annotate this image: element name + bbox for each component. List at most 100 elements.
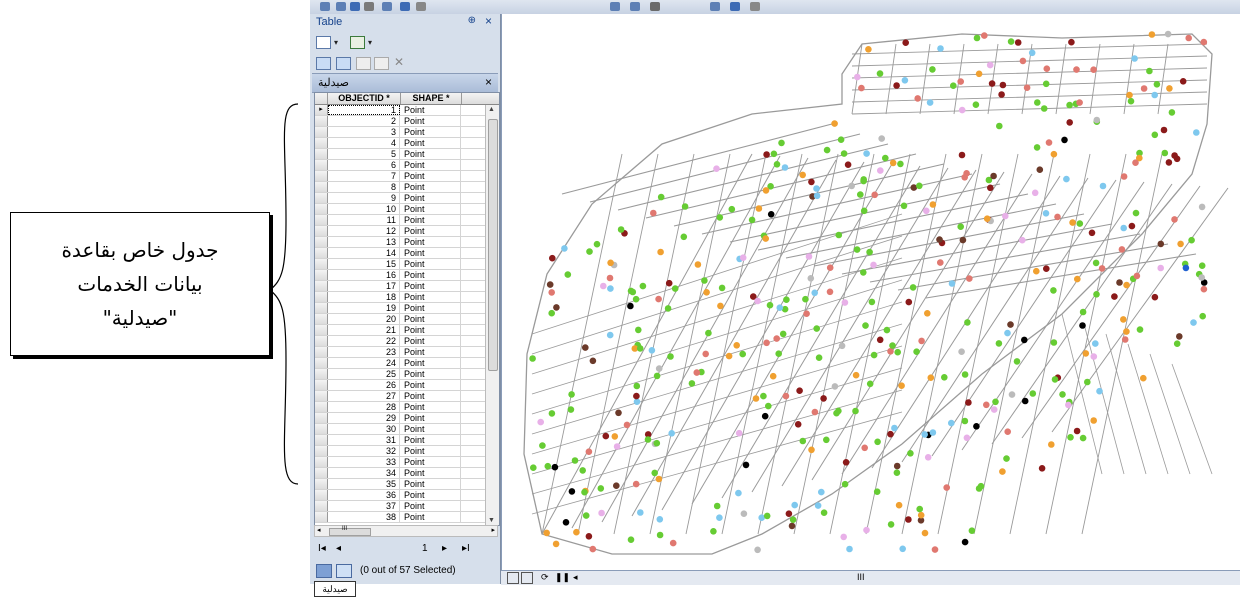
- table-row[interactable]: 35 Point: [315, 479, 485, 490]
- pharmacy-point[interactable]: [733, 342, 740, 349]
- table-row[interactable]: 23 Point: [315, 347, 485, 358]
- table-row[interactable]: 29 Point: [315, 413, 485, 424]
- pharmacy-point[interactable]: [766, 301, 774, 309]
- pharmacy-point[interactable]: [807, 275, 815, 282]
- row-selector[interactable]: [315, 160, 328, 170]
- pharmacy-point[interactable]: [1061, 136, 1068, 144]
- table-row[interactable]: 4 Point: [315, 138, 485, 149]
- pharmacy-point[interactable]: [858, 84, 865, 92]
- pharmacy-point[interactable]: [1090, 353, 1098, 360]
- pharmacy-point[interactable]: [838, 342, 846, 350]
- pharmacy-point[interactable]: [564, 271, 572, 278]
- cell-objectid[interactable]: 16: [328, 270, 400, 280]
- switch-selection-icon[interactable]: [336, 57, 351, 70]
- cell-shape[interactable]: Point: [401, 347, 461, 357]
- pharmacy-point[interactable]: [548, 289, 555, 296]
- pharmacy-point[interactable]: [552, 540, 560, 548]
- cell-objectid[interactable]: 23: [328, 347, 400, 357]
- pharmacy-point[interactable]: [1132, 159, 1139, 166]
- pharmacy-point[interactable]: [860, 177, 867, 185]
- pharmacy-point[interactable]: [990, 172, 997, 180]
- pharmacy-point[interactable]: [796, 387, 803, 395]
- pharmacy-point[interactable]: [882, 154, 889, 162]
- pharmacy-point[interactable]: [551, 463, 559, 471]
- pharmacy-point[interactable]: [1007, 321, 1014, 328]
- pharmacy-point[interactable]: [593, 240, 601, 248]
- bottom-table-tab[interactable]: صيدلية: [314, 581, 356, 597]
- pharmacy-point[interactable]: [831, 120, 838, 127]
- pharmacy-point[interactable]: [1157, 240, 1165, 248]
- pharmacy-point[interactable]: [961, 538, 969, 546]
- pharmacy-point[interactable]: [842, 459, 850, 466]
- toolbar-tool-icon[interactable]: [350, 2, 360, 11]
- pharmacy-point[interactable]: [923, 207, 930, 215]
- table-options-icon[interactable]: [316, 36, 331, 49]
- table-row[interactable]: 12 Point: [315, 226, 485, 237]
- pharmacy-point[interactable]: [606, 274, 614, 282]
- pharmacy-point[interactable]: [1123, 281, 1130, 289]
- pharmacy-point[interactable]: [633, 382, 641, 390]
- pharmacy-point[interactable]: [1042, 80, 1050, 88]
- pharmacy-point[interactable]: [1090, 417, 1097, 424]
- pharmacy-point[interactable]: [1008, 391, 1016, 398]
- pharmacy-point[interactable]: [1079, 322, 1086, 329]
- cell-objectid[interactable]: 5: [328, 149, 400, 159]
- pharmacy-point[interactable]: [907, 450, 914, 457]
- pharmacy-point[interactable]: [613, 443, 621, 450]
- pharmacy-point[interactable]: [775, 350, 782, 358]
- pharmacy-point[interactable]: [1182, 264, 1190, 272]
- show-selected-records-icon[interactable]: [336, 564, 352, 578]
- cell-objectid[interactable]: 2: [328, 116, 400, 126]
- pharmacy-point[interactable]: [1198, 262, 1206, 269]
- pharmacy-point[interactable]: [529, 355, 536, 362]
- row-selector[interactable]: [315, 116, 328, 126]
- pharmacy-point[interactable]: [655, 475, 663, 483]
- toolbar-tool-icon[interactable]: [400, 2, 410, 11]
- row-selector[interactable]: [315, 204, 328, 214]
- pharmacy-point[interactable]: [1031, 189, 1039, 197]
- pharmacy-point[interactable]: [1096, 387, 1103, 395]
- pharmacy-point[interactable]: [1133, 272, 1141, 280]
- row-selector[interactable]: [315, 303, 328, 313]
- pharmacy-point[interactable]: [988, 80, 996, 87]
- pharmacy-point[interactable]: [703, 289, 710, 296]
- row-selector[interactable]: [315, 369, 328, 379]
- pharmacy-point[interactable]: [937, 45, 944, 52]
- pharmacy-point[interactable]: [669, 539, 677, 547]
- pharmacy-point[interactable]: [1140, 374, 1147, 382]
- pharmacy-point[interactable]: [1153, 81, 1161, 88]
- pharmacy-point[interactable]: [546, 281, 554, 288]
- pharmacy-point[interactable]: [1200, 38, 1208, 46]
- pharmacy-point[interactable]: [808, 446, 815, 454]
- pharmacy-point[interactable]: [992, 398, 999, 406]
- pharmacy-point[interactable]: [739, 254, 747, 261]
- cell-objectid[interactable]: 1: [328, 105, 400, 115]
- cell-shape[interactable]: Point: [401, 270, 461, 280]
- pharmacy-point[interactable]: [644, 436, 652, 443]
- toolbar-tool-icon[interactable]: [750, 2, 760, 11]
- pharmacy-point[interactable]: [617, 226, 625, 233]
- cell-shape[interactable]: Point: [401, 182, 461, 192]
- cell-shape[interactable]: Point: [401, 358, 461, 368]
- pharmacy-point[interactable]: [1002, 212, 1009, 220]
- pharmacy-point[interactable]: [871, 191, 878, 199]
- pharmacy-point[interactable]: [636, 345, 644, 352]
- pharmacy-point[interactable]: [948, 280, 956, 287]
- pharmacy-point[interactable]: [668, 430, 675, 437]
- cell-shape[interactable]: Point: [401, 501, 461, 511]
- pharmacy-point[interactable]: [789, 516, 797, 523]
- pharmacy-point[interactable]: [688, 380, 696, 387]
- select-by-attributes-icon[interactable]: [316, 57, 331, 70]
- table-row[interactable]: 27 Point: [315, 391, 485, 402]
- row-selector[interactable]: [315, 413, 328, 423]
- cell-objectid[interactable]: 8: [328, 182, 400, 192]
- row-selector[interactable]: [315, 424, 328, 434]
- table-row[interactable]: ▸ 1 Point: [315, 105, 485, 116]
- pharmacy-point[interactable]: [973, 34, 981, 42]
- pharmacy-point[interactable]: [781, 164, 789, 171]
- cell-objectid[interactable]: 11: [328, 215, 400, 225]
- pharmacy-point[interactable]: [975, 70, 983, 78]
- pharmacy-point[interactable]: [1151, 91, 1158, 99]
- pharmacy-point[interactable]: [1151, 293, 1159, 301]
- row-selector[interactable]: [315, 193, 328, 203]
